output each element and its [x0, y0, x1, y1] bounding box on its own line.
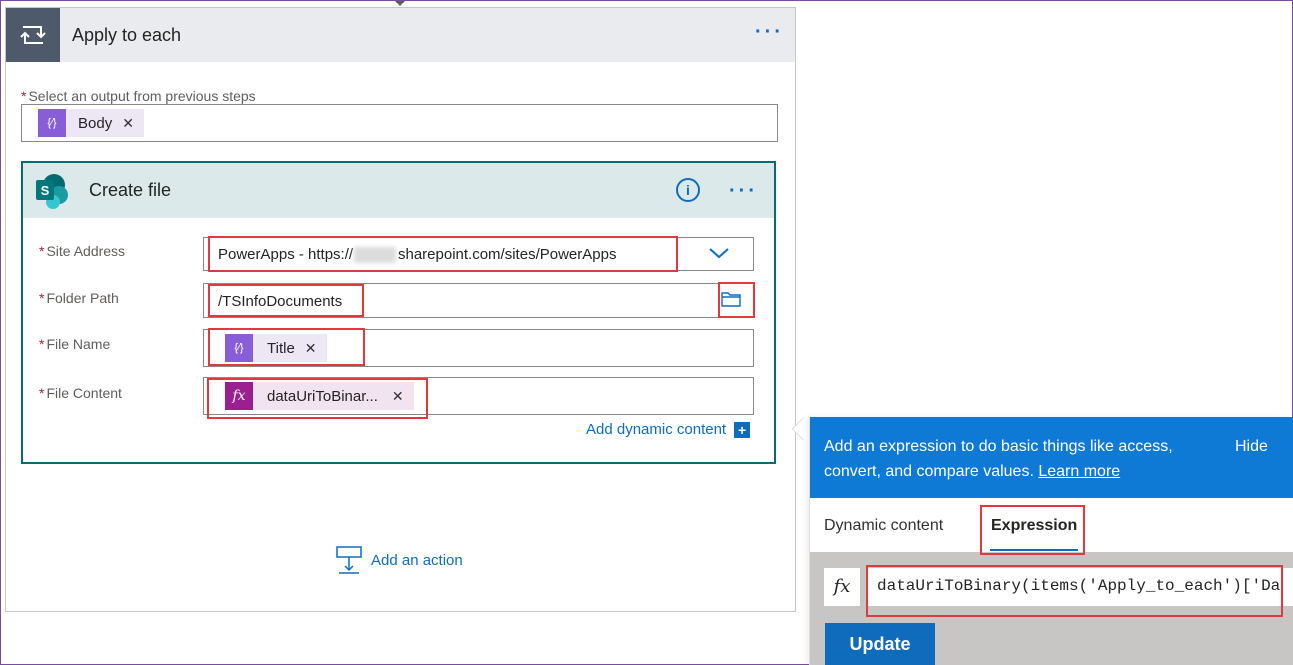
- expression-help-text: Add an expression to do basic things lik…: [824, 438, 1173, 480]
- plus-icon: +: [734, 421, 751, 438]
- expression-help-banner: Add an expression to do basic things lik…: [810, 417, 1293, 498]
- add-action-button[interactable]: Add an action: [336, 546, 463, 574]
- tab-dynamic-content[interactable]: Dynamic content: [824, 517, 943, 535]
- file-content-label: * File Content: [39, 385, 122, 401]
- svg-text:S: S: [41, 183, 50, 198]
- apply-to-each-header[interactable]: Apply to each ···: [6, 8, 795, 62]
- loop-icon: [6, 8, 60, 62]
- file-name-label: * File Name: [39, 336, 111, 352]
- highlight-file-content: [207, 378, 428, 419]
- connector-caret: [395, 1, 405, 6]
- add-action-label: Add an action: [371, 551, 463, 569]
- sharepoint-icon: S: [23, 163, 81, 218]
- apply-to-each-title: Apply to each: [72, 24, 182, 45]
- body-token-label: Body: [78, 114, 113, 132]
- add-dynamic-content-label: Add dynamic content: [586, 421, 727, 438]
- remove-token-icon[interactable]: ✕: [122, 115, 134, 132]
- required-asterisk: *: [39, 336, 45, 352]
- select-output-input[interactable]: {∕} Body ✕: [21, 104, 778, 142]
- highlight-expression-input: [866, 565, 1283, 617]
- fx-icon: fx: [824, 568, 860, 606]
- required-asterisk: *: [39, 385, 45, 401]
- info-icon[interactable]: i: [676, 178, 700, 202]
- folder-path-label: * Folder Path: [39, 290, 119, 306]
- required-asterisk: *: [39, 290, 45, 306]
- update-button-label: Update: [849, 634, 911, 654]
- more-dots-icon[interactable]: ···: [729, 181, 758, 201]
- learn-more-link[interactable]: Learn more: [1038, 463, 1120, 480]
- body-token[interactable]: {∕} Body ✕: [38, 109, 144, 137]
- highlight-site-address: [208, 236, 678, 272]
- add-dynamic-content-link[interactable]: Add dynamic content +: [586, 421, 751, 438]
- chevron-down-icon[interactable]: [708, 245, 730, 266]
- required-asterisk: *: [39, 243, 45, 259]
- select-output-label: * Select an output from previous steps: [21, 88, 256, 104]
- site-address-label: * Site Address: [39, 243, 126, 259]
- highlight-folder-path: [208, 284, 364, 317]
- highlight-file-name: [208, 328, 365, 366]
- hide-button[interactable]: Hide: [1235, 434, 1268, 459]
- more-dots-icon[interactable]: ···: [755, 22, 784, 42]
- highlight-expression-tab: [980, 505, 1085, 555]
- add-action-icon: [336, 546, 362, 574]
- create-file-header[interactable]: S Create file i ···: [23, 163, 774, 218]
- required-asterisk: *: [21, 88, 27, 104]
- dynamic-content-icon: {∕}: [38, 109, 66, 137]
- highlight-folder-icon: [718, 282, 755, 318]
- update-button[interactable]: Update: [825, 623, 935, 665]
- create-file-title: Create file: [89, 180, 172, 200]
